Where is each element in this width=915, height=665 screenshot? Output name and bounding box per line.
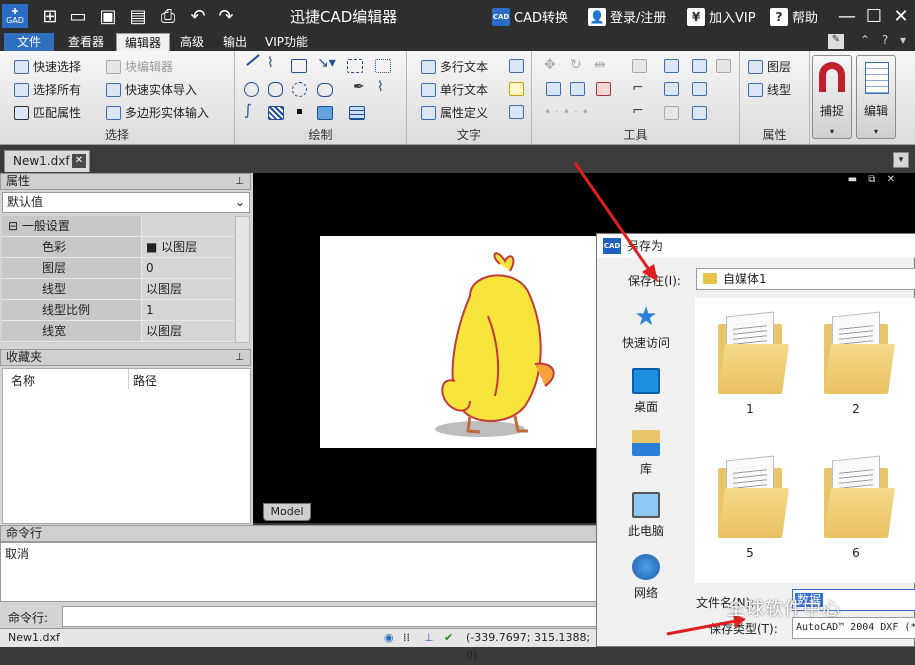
arrow-head xyxy=(642,264,658,282)
annotation-arrows xyxy=(573,162,746,636)
arrow-to-save-in xyxy=(573,162,654,275)
arrow-to-filetype xyxy=(666,619,737,636)
watermark-text: 全球软件中心 xyxy=(727,599,841,620)
